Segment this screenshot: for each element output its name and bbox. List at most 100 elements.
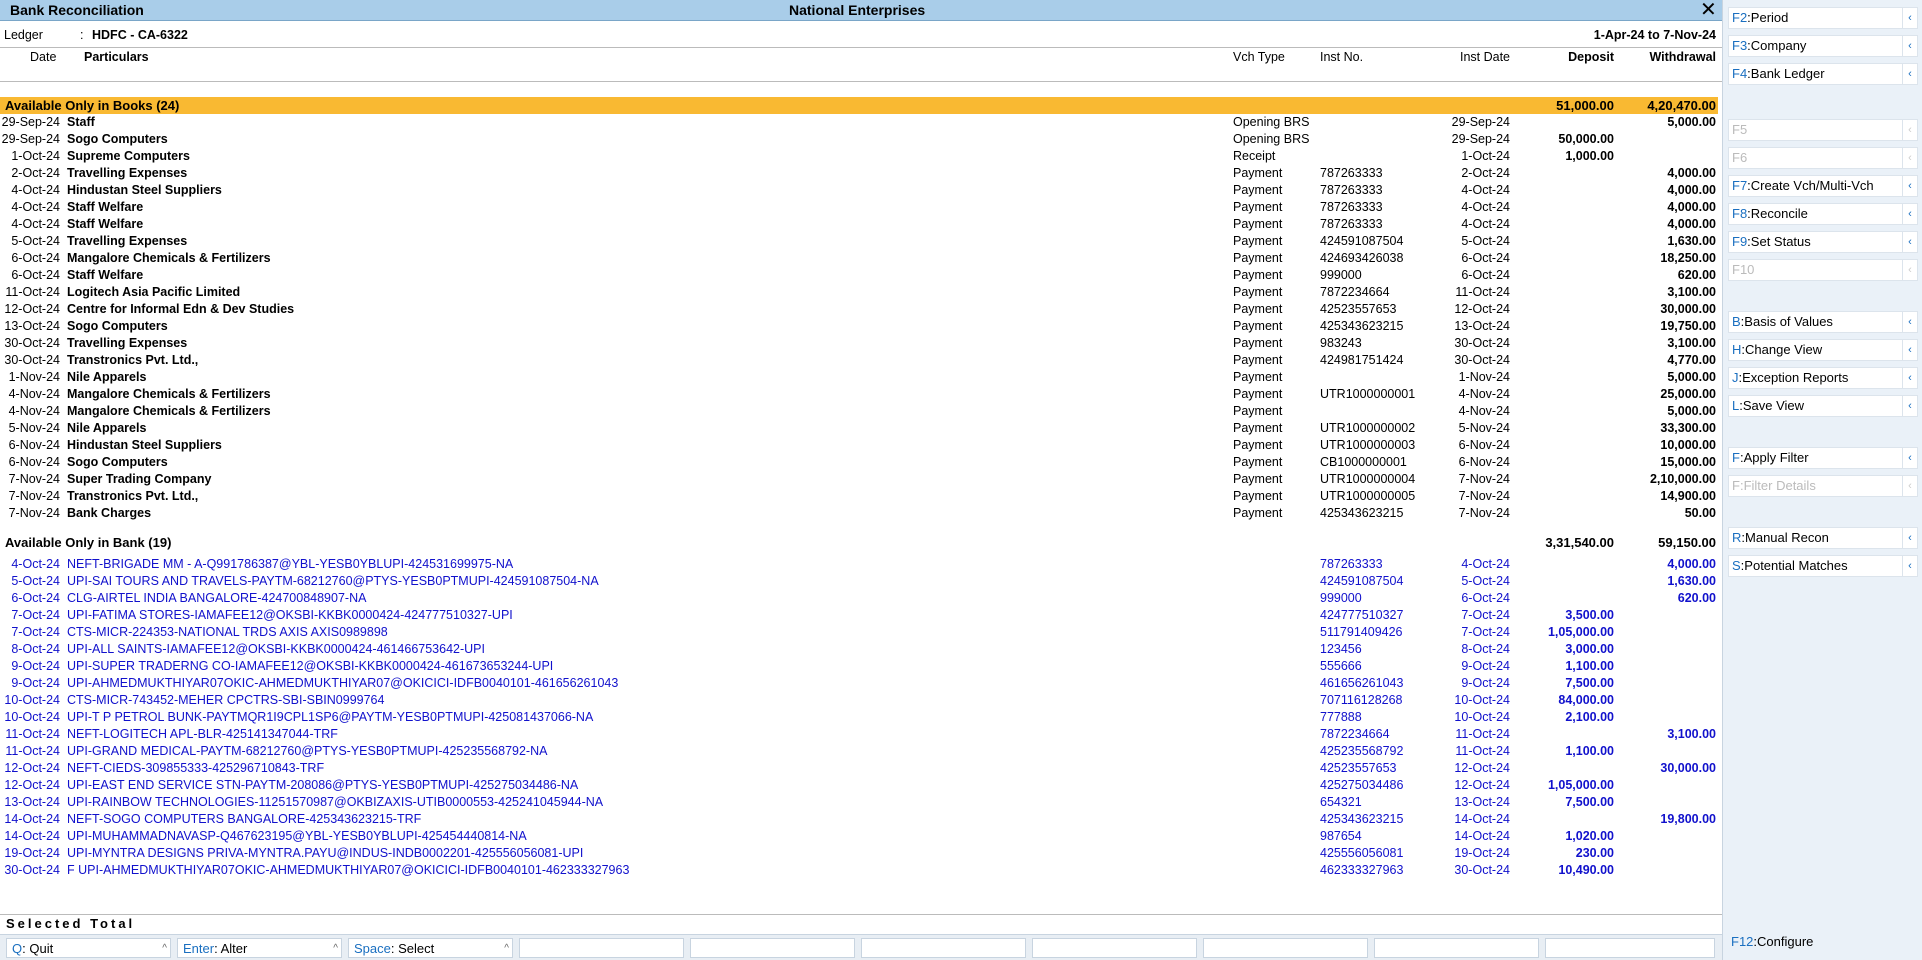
row-withdrawal: 33,300.00 bbox=[1660, 421, 1716, 435]
row-date: 4-Nov-24 bbox=[8, 404, 60, 418]
bank-row[interactable]: 5-Oct-24 UPI-SAI TOURS AND TRAVELS-PAYTM-… bbox=[0, 573, 1718, 590]
ledger-label: Ledger bbox=[4, 28, 43, 42]
books-row[interactable]: 1-Nov-24 Nile Apparels Payment 1-Nov-24 5,00… bbox=[0, 369, 1718, 386]
row-inst-no: 787263333 bbox=[1320, 217, 1383, 231]
side-button-change-view[interactable]: H:Change View ‹ bbox=[1728, 339, 1918, 361]
row-inst-no: UTR1000000001 bbox=[1320, 387, 1416, 401]
row-vch-type: Receipt bbox=[1233, 149, 1276, 163]
bank-row[interactable]: 30-Oct-24 F UPI-AHMEDMUKTHIYAR07OKIC-AHME… bbox=[0, 862, 1718, 879]
bank-row[interactable]: 9-Oct-24 UPI-SUPER TRADERNG CO-IAMAFEE12@… bbox=[0, 658, 1718, 675]
bank-row[interactable]: 8-Oct-24 UPI-ALL SAINTS-IAMAFEE12@OKSBI-K… bbox=[0, 641, 1718, 658]
bank-row[interactable]: 13-Oct-24 UPI-RAINBOW TECHNOLOGIES-112515… bbox=[0, 794, 1718, 811]
bank-row[interactable]: 11-Oct-24 NEFT-LOGITECH APL-BLR-425141347… bbox=[0, 726, 1718, 743]
ledger-separator: : bbox=[80, 28, 84, 42]
books-row[interactable]: 4-Oct-24 Staff Welfare Payment 787263333 4-O… bbox=[0, 216, 1718, 233]
books-section-header[interactable]: Available Only in Books (24) 51,000.00 4… bbox=[0, 97, 1718, 114]
books-row[interactable]: 7-Nov-24 Super Trading Company Payment UTR1… bbox=[0, 471, 1718, 488]
bank-row[interactable]: 4-Oct-24 NEFT-BRIGADE MM - A-Q991786387@Y… bbox=[0, 556, 1718, 573]
books-row[interactable]: 2-Oct-24 Travelling Expenses Payment 787263… bbox=[0, 165, 1718, 182]
side-button-basis-of-values[interactable]: B:Basis of Values ‹ bbox=[1728, 311, 1918, 333]
books-row[interactable]: 12-Oct-24 Centre for Informal Edn & Dev S… bbox=[0, 301, 1718, 318]
side-button-apply-filter[interactable]: F:Apply Filter ‹ bbox=[1728, 447, 1918, 469]
row-withdrawal: 3,100.00 bbox=[1667, 285, 1716, 299]
books-row[interactable]: 6-Oct-24 Mangalore Chemicals & Fertilizer… bbox=[0, 250, 1718, 267]
bank-row[interactable]: 12-Oct-24 NEFT-CIEDS-309855333-4252967108… bbox=[0, 760, 1718, 777]
side-button-company[interactable]: F3:Company ‹ bbox=[1728, 35, 1918, 57]
books-row[interactable]: 5-Nov-24 Nile Apparels Payment UTR100000000… bbox=[0, 420, 1718, 437]
row-withdrawal: 3,100.00 bbox=[1667, 727, 1716, 741]
row-date: 9-Oct-24 bbox=[11, 676, 60, 690]
row-vch-type: Payment bbox=[1233, 336, 1283, 350]
books-row[interactable]: 4-Oct-24 Hindustan Steel Suppliers Payment… bbox=[0, 182, 1718, 199]
books-row[interactable]: 4-Oct-24 Staff Welfare Payment 787263333 4-O… bbox=[0, 199, 1718, 216]
bank-row[interactable]: 14-Oct-24 UPI-MUHAMMADNAVASP-Q467623195@Y… bbox=[0, 828, 1718, 845]
side-button-bank-ledger[interactable]: F4:Bank Ledger ‹ bbox=[1728, 63, 1918, 85]
row-inst-no: 123456 bbox=[1320, 642, 1362, 656]
bank-row[interactable]: 7-Oct-24 UPI-FATIMA STORES-IAMAFEE12@OKSB… bbox=[0, 607, 1718, 624]
alter-button[interactable]: Enter: Alter ^ bbox=[177, 938, 342, 958]
row-particulars: UPI-MUHAMMADNAVASP-Q467623195@YBL-YESB0Y… bbox=[67, 829, 527, 843]
quit-button[interactable]: Q: Quit ^ bbox=[6, 938, 171, 958]
row-inst-date: 14-Oct-24 bbox=[1454, 829, 1510, 843]
caret-up-icon: ^ bbox=[333, 943, 338, 954]
books-row[interactable]: 6-Oct-24 Staff Welfare Payment 999000 6-Oct-… bbox=[0, 267, 1718, 284]
books-row[interactable]: 4-Nov-24 Mangalore Chemicals & Fertilizer… bbox=[0, 386, 1718, 403]
row-withdrawal: 30,000.00 bbox=[1660, 302, 1716, 316]
side-button-reconcile[interactable]: F8:Reconcile ‹ bbox=[1728, 203, 1918, 225]
books-row[interactable]: 6-Nov-24 Sogo Computers Payment CB100000000… bbox=[0, 454, 1718, 471]
side-button-manual-recon[interactable]: R:Manual Recon ‹ bbox=[1728, 527, 1918, 549]
row-deposit: 1,000.00 bbox=[1565, 149, 1614, 163]
row-withdrawal: 5,000.00 bbox=[1667, 115, 1716, 129]
row-withdrawal: 4,000.00 bbox=[1667, 200, 1716, 214]
row-particulars: Staff Welfare bbox=[67, 268, 144, 282]
bank-row[interactable]: 6-Oct-24 CLG-AIRTEL INDIA BANGALORE-42470… bbox=[0, 590, 1718, 607]
side-button-exception-reports[interactable]: J:Exception Reports ‹ bbox=[1728, 367, 1918, 389]
side-button-configure[interactable]: F12:Configure bbox=[1728, 932, 1918, 954]
books-row[interactable]: 29-Sep-24 Sogo Computers Opening BRS 29-Sep… bbox=[0, 131, 1718, 148]
books-row[interactable]: 11-Oct-24 Logitech Asia Pacific Limited Pa… bbox=[0, 284, 1718, 301]
row-vch-type: Payment bbox=[1233, 455, 1283, 469]
books-row[interactable]: 29-Sep-24 Staff Opening BRS 29-Sep-24 5,000.… bbox=[0, 114, 1718, 131]
caret-up-icon: ^ bbox=[504, 943, 509, 954]
side-button-save-view[interactable]: L:Save View ‹ bbox=[1728, 395, 1918, 417]
row-vch-type: Payment bbox=[1233, 166, 1283, 180]
bank-row[interactable]: 19-Oct-24 UPI-MYNTRA DESIGNS PRIVA-MYNTRA… bbox=[0, 845, 1718, 862]
row-inst-date: 2-Oct-24 bbox=[1461, 166, 1510, 180]
row-particulars: UPI-T P PETROL BUNK-PAYTMQR1I9CPL1SP6@PA… bbox=[67, 710, 594, 724]
row-date: 10-Oct-24 bbox=[4, 693, 60, 707]
row-inst-date: 12-Oct-24 bbox=[1454, 761, 1510, 775]
bank-row[interactable]: 11-Oct-24 UPI-GRAND MEDICAL-PAYTM-6821276… bbox=[0, 743, 1718, 760]
bank-row[interactable]: 10-Oct-24 CTS-MICR-743452-MEHER CPCTRS-SB… bbox=[0, 692, 1718, 709]
side-button-potential-matches[interactable]: S:Potential Matches ‹ bbox=[1728, 555, 1918, 577]
books-row[interactable]: 5-Oct-24 Travelling Expenses Payment 424591… bbox=[0, 233, 1718, 250]
chevron-left-icon: ‹ bbox=[1902, 204, 1917, 224]
side-button-set-status[interactable]: F9:Set Status ‹ bbox=[1728, 231, 1918, 253]
row-date: 10-Oct-24 bbox=[4, 710, 60, 724]
row-vch-type: Payment bbox=[1233, 302, 1283, 316]
select-button[interactable]: Space: Select ^ bbox=[348, 938, 513, 958]
books-row[interactable]: 1-Oct-24 Supreme Computers Receipt 1-Oct-24… bbox=[0, 148, 1718, 165]
books-row[interactable]: 30-Oct-24 Transtronics Pvt. Ltd., Payment 4… bbox=[0, 352, 1718, 369]
col-date: Date bbox=[30, 50, 57, 64]
bank-row[interactable]: 10-Oct-24 UPI-T P PETROL BUNK-PAYTMQR1I9C… bbox=[0, 709, 1718, 726]
side-button-filter-details: F:Filter Details ‹ bbox=[1728, 475, 1918, 497]
books-row[interactable]: 7-Nov-24 Transtronics Pvt. Ltd., Payment UT… bbox=[0, 488, 1718, 505]
books-row[interactable]: 6-Nov-24 Hindustan Steel Suppliers Payment… bbox=[0, 437, 1718, 454]
close-icon[interactable]: ✕ bbox=[1700, 0, 1717, 20]
row-particulars: UPI-AHMEDMUKTHIYAR07OKIC-AHMEDMUKTHIYAR0… bbox=[67, 676, 619, 690]
row-date: 12-Oct-24 bbox=[4, 778, 60, 792]
bank-row[interactable]: 9-Oct-24 UPI-AHMEDMUKTHIYAR07OKIC-AHMEDMU… bbox=[0, 675, 1718, 692]
side-button-period[interactable]: F2:Period ‹ bbox=[1728, 7, 1918, 29]
bank-row[interactable]: 14-Oct-24 NEFT-SOGO COMPUTERS BANGALORE-4… bbox=[0, 811, 1718, 828]
row-inst-no: CB1000000001 bbox=[1320, 455, 1407, 469]
bank-row[interactable]: 7-Oct-24 CTS-MICR-224353-NATIONAL TRDS AX… bbox=[0, 624, 1718, 641]
books-row[interactable]: 7-Nov-24 Bank Charges Payment 425343623215 7… bbox=[0, 505, 1718, 522]
row-date: 11-Oct-24 bbox=[5, 285, 60, 299]
row-particulars: Hindustan Steel Suppliers bbox=[67, 438, 222, 452]
books-row[interactable]: 13-Oct-24 Sogo Computers Payment 4253436232… bbox=[0, 318, 1718, 335]
bank-row[interactable]: 12-Oct-24 UPI-EAST END SERVICE STN-PAYTM-… bbox=[0, 777, 1718, 794]
side-button-create-vch-multi-vch[interactable]: F7:Create Vch/Multi-Vch ‹ bbox=[1728, 175, 1918, 197]
bank-section-header[interactable]: Available Only in Bank (19) 3,31,540.00 … bbox=[0, 534, 1718, 551]
books-row[interactable]: 30-Oct-24 Travelling Expenses Payment 98324… bbox=[0, 335, 1718, 352]
books-row[interactable]: 4-Nov-24 Mangalore Chemicals & Fertilizer… bbox=[0, 403, 1718, 420]
